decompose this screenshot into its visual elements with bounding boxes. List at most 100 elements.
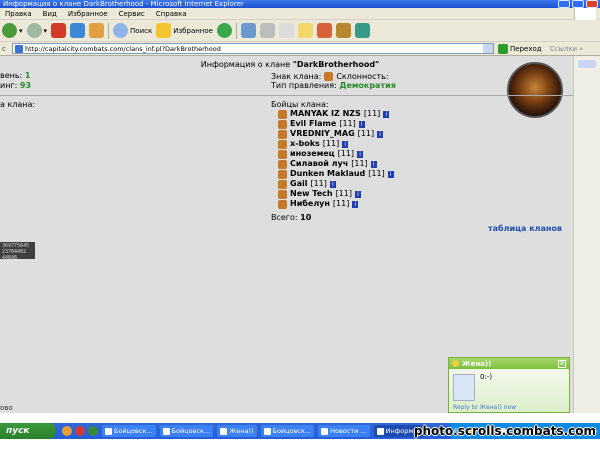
fighter-name[interactable]: иноземец — [290, 149, 335, 159]
browser-icon[interactable] — [62, 426, 72, 436]
menu-tools[interactable]: Сервис — [119, 10, 145, 18]
refresh-icon[interactable] — [70, 23, 86, 38]
links-button[interactable]: Ссылки — [550, 45, 578, 53]
taskbar-item[interactable]: Новости ... — [318, 425, 370, 437]
clan-emblem-icon — [278, 179, 287, 189]
taskbar-item[interactable]: Бойцовск... — [159, 425, 214, 437]
close-icon[interactable]: × — [558, 359, 566, 368]
fighter-name[interactable]: Gail — [290, 179, 307, 189]
taskbar-item-label: Новости ... — [330, 427, 367, 435]
list-item: New Tech [11] i — [278, 189, 394, 199]
window-icon — [263, 427, 271, 435]
bluetooth-icon[interactable] — [354, 23, 370, 38]
info-icon[interactable]: i — [329, 180, 336, 188]
info-icon[interactable]: i — [358, 120, 365, 128]
taskbar-item[interactable]: Жена)) — [217, 425, 257, 437]
clan-emblem-icon — [278, 149, 287, 159]
level-label: вень: — [0, 71, 23, 80]
minimize-button[interactable] — [558, 0, 570, 8]
address-input[interactable]: http://capitalcity.combats.com/clans_inf… — [12, 43, 494, 54]
rating-value: 93 — [19, 81, 32, 90]
info-icon[interactable]: i — [357, 150, 364, 158]
messenger-icon[interactable] — [316, 23, 332, 38]
start-button[interactable]: пуск — [0, 423, 56, 439]
menu-help[interactable]: Справка — [156, 10, 187, 18]
favorites-button[interactable]: Избранное — [156, 23, 213, 38]
clan-header: Информация о клане "DarkBrotherhood" — [160, 60, 420, 69]
clans-table-link[interactable]: таблица кланов — [488, 224, 562, 233]
vertical-scrollbar[interactable] — [573, 56, 600, 413]
maximize-button[interactable] — [572, 0, 584, 8]
info-icon[interactable]: i — [352, 200, 359, 208]
list-item: Evil Flame [11] i — [278, 119, 394, 129]
forward-arrow-icon — [26, 23, 42, 38]
chat-reply-link[interactable]: Reply to Жена)) now — [453, 404, 516, 411]
page-icon — [15, 45, 23, 53]
window-icon — [376, 427, 384, 435]
info-icon[interactable]: i — [342, 140, 349, 148]
menu-bar: Правка Вид Избранное Сервис Справка — [0, 8, 600, 20]
chat-notification[interactable]: Жена)) × 0:-) Reply to Жена)) now — [448, 357, 570, 413]
forward-button[interactable]: ▾ — [26, 23, 47, 38]
fighter-name[interactable]: MANYAK IZ NZS — [290, 109, 361, 119]
fighter-name[interactable]: Dunken Maklaud — [290, 169, 365, 179]
menu-edit[interactable]: Правка — [5, 10, 32, 18]
search-label: Поиск — [130, 26, 153, 35]
address-dropdown-icon[interactable] — [483, 44, 493, 53]
clan-sign-row: Знак клана: Склонность: — [271, 71, 389, 81]
menu-favorites[interactable]: Избранное — [68, 10, 108, 18]
taskbar-item[interactable]: Бойцовск... — [102, 425, 156, 437]
info-icon[interactable]: i — [383, 110, 390, 118]
media-icon[interactable] — [216, 23, 232, 38]
back-button[interactable]: ▾ — [2, 23, 23, 38]
government-row: Тип правления: Демократия — [271, 81, 396, 90]
notes-icon[interactable] — [297, 23, 313, 38]
fighter-name[interactable]: x-boks — [290, 139, 320, 149]
fighter-level: [11] — [357, 129, 375, 138]
visit-counter[interactable]: 369775645 23704402 44846 — [0, 242, 35, 259]
info-icon[interactable]: i — [370, 160, 377, 168]
address-url: http://capitalcity.combats.com/clans_inf… — [25, 44, 221, 53]
chat-title: Жена)) — [462, 359, 492, 368]
info-icon[interactable]: i — [387, 170, 394, 178]
fighter-name[interactable]: Evil Flame — [290, 119, 336, 129]
edit-icon[interactable] — [278, 23, 294, 38]
fighter-name[interactable]: Нибелун — [290, 199, 330, 209]
taskbar-item[interactable]: Бойцовск... — [260, 425, 315, 437]
close-button[interactable] — [586, 0, 598, 8]
stop-icon[interactable] — [51, 23, 67, 38]
clan-emblem-icon — [278, 109, 287, 119]
fighter-level: [11] — [363, 109, 381, 118]
level-value: 1 — [24, 71, 31, 80]
fighter-level: [11] — [368, 169, 385, 178]
fighter-level: [11] — [310, 179, 327, 188]
opera-icon[interactable] — [75, 426, 85, 436]
home-icon[interactable] — [89, 23, 105, 38]
list-item: Dunken Maklaud [11] i — [278, 169, 394, 179]
fighters-title: Бойцы клана: — [271, 100, 329, 109]
window-icon — [105, 427, 112, 435]
messenger-icon[interactable] — [88, 426, 98, 436]
taskbar-item-label: Жена)) — [229, 427, 254, 435]
fighter-name[interactable]: Силавой луч — [290, 159, 348, 169]
chevron-right-icon[interactable]: » — [579, 45, 583, 53]
fighter-name[interactable]: VREDNIY_MAG — [290, 129, 355, 139]
scroll-up-button[interactable] — [578, 60, 596, 68]
alignment-label: Склонность: — [336, 71, 389, 81]
gov-value: Демократия — [339, 81, 396, 90]
window-titlebar: Информация о клане DarkBrotherhood - Mic… — [0, 0, 600, 8]
info-icon[interactable]: i — [354, 190, 361, 198]
fighter-name[interactable]: New Tech — [290, 189, 333, 199]
address-bar: с http://capitalcity.combats.com/clans_i… — [0, 42, 600, 56]
research-icon[interactable] — [335, 23, 351, 38]
search-button[interactable]: Поиск — [113, 23, 152, 38]
list-item: x-boks [11] i — [278, 139, 394, 149]
menu-view[interactable]: Вид — [43, 10, 57, 18]
taskbar-item-label: Бойцовск... — [171, 427, 211, 435]
print-icon[interactable] — [259, 23, 275, 38]
window-icon — [162, 427, 170, 435]
mail-icon[interactable] — [240, 23, 256, 38]
window-icon — [321, 427, 329, 435]
info-icon[interactable]: i — [377, 130, 384, 138]
go-button[interactable]: Переход — [498, 43, 542, 54]
